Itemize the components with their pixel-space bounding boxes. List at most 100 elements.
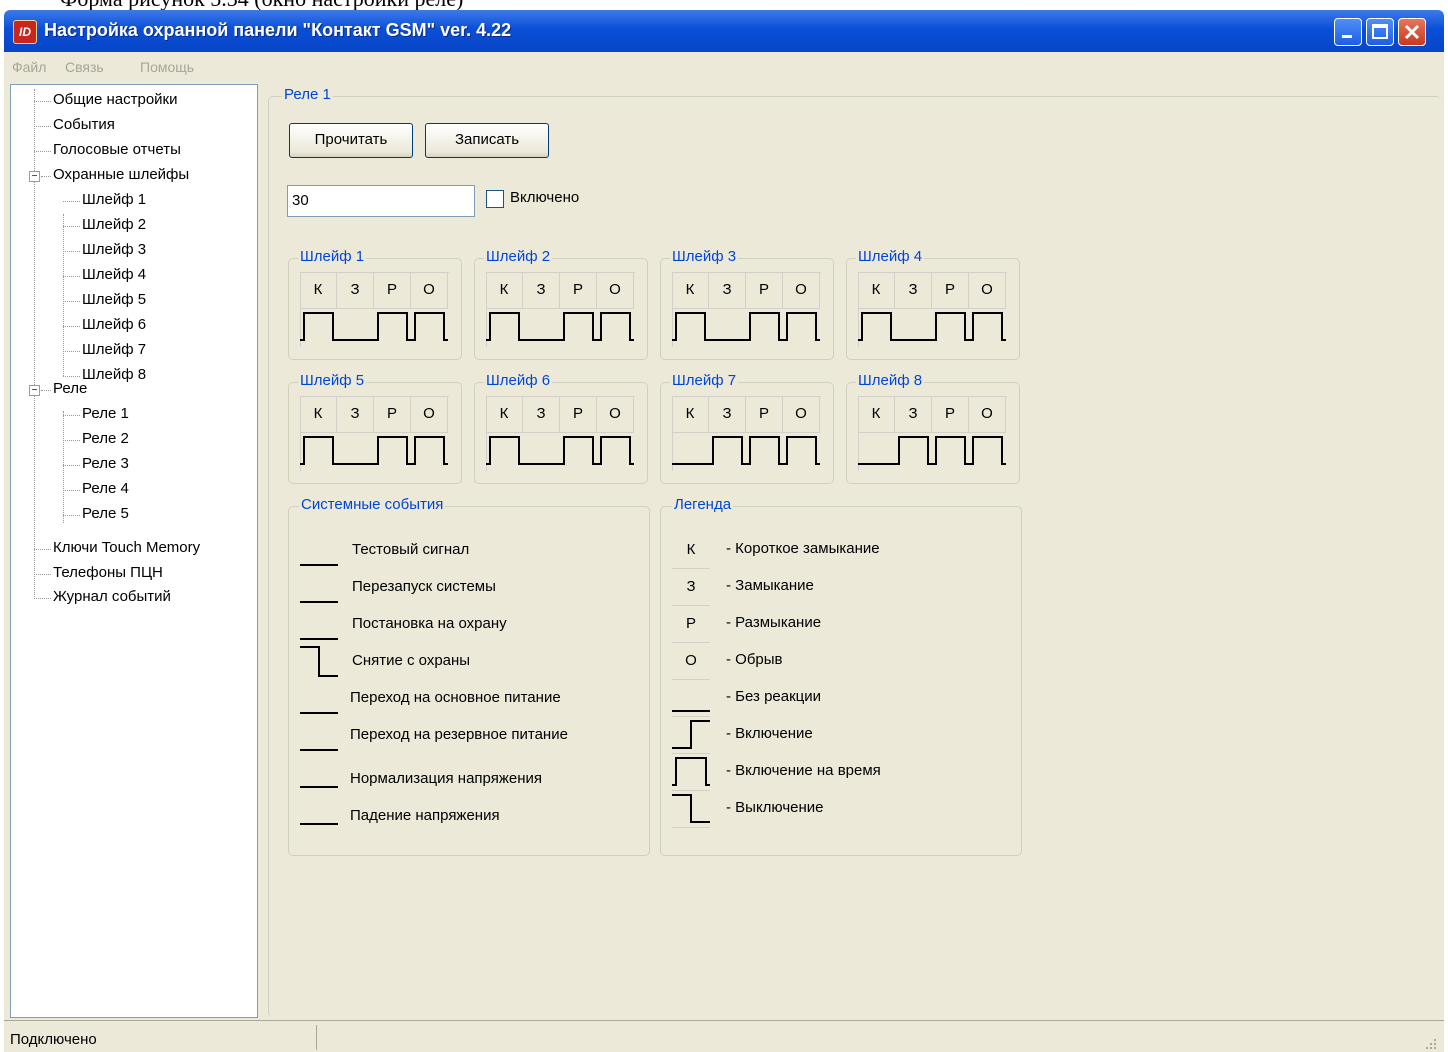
enabled-checkbox[interactable]	[486, 190, 504, 208]
maximize-button[interactable]	[1366, 18, 1394, 46]
system-event-reaction[interactable]	[300, 754, 338, 790]
tree-expander-loops[interactable]: −	[29, 171, 40, 182]
system-event-reaction[interactable]	[300, 532, 338, 568]
close-button[interactable]	[1398, 18, 1426, 46]
tree-line	[34, 89, 35, 597]
resize-grip-icon[interactable]	[1424, 1037, 1438, 1051]
loop-cell-letter: Р	[932, 272, 969, 309]
loop-cell-reaction[interactable]	[523, 309, 560, 345]
system-event-reaction[interactable]	[300, 606, 338, 642]
read-button[interactable]: Прочитать	[289, 123, 413, 158]
system-event-reaction[interactable]	[300, 680, 338, 716]
title-bar[interactable]: ID Настройка охранной панели "Контакт GS…	[4, 10, 1444, 52]
loop-cell-reaction[interactable]	[969, 433, 1006, 469]
tree-item-loop[interactable]: Шлейф 3	[82, 241, 146, 258]
tree-item-loop[interactable]: Шлейф 2	[82, 216, 146, 233]
relay-time-input[interactable]: 30	[287, 185, 475, 217]
system-event-reaction[interactable]	[300, 569, 338, 605]
loop-cell-reaction[interactable]	[746, 309, 783, 345]
tree-item-voice-reports[interactable]: Голосовые отчеты	[53, 141, 181, 158]
legend-label: - Замыкание	[726, 577, 814, 594]
loop-cell-reaction[interactable]	[486, 433, 523, 469]
minimize-button[interactable]	[1334, 18, 1362, 46]
reaction-wave-icon	[300, 823, 338, 825]
loop-cell-reaction[interactable]	[895, 309, 932, 345]
system-event-reaction[interactable]	[300, 717, 338, 753]
loop-cell-letter: З	[895, 272, 932, 309]
tree-item-relay[interactable]: Реле 4	[82, 480, 129, 497]
loop-cell-reaction[interactable]	[300, 309, 337, 345]
loop-cell-reaction[interactable]	[783, 433, 820, 469]
reaction-wave-icon	[300, 564, 338, 566]
tree-item-loop[interactable]: Шлейф 4	[82, 266, 146, 283]
loop-cell-letter: Р	[746, 396, 783, 433]
loop-cell-reaction[interactable]	[300, 433, 337, 469]
navigation-tree[interactable]: Общие настройки События Голосовые отчеты…	[10, 84, 258, 1018]
loop-cell-reaction[interactable]	[337, 433, 374, 469]
loop-cell-reaction[interactable]	[374, 433, 411, 469]
loop-cell-reaction[interactable]	[672, 433, 709, 469]
tree-item-pcn-phones[interactable]: Телефоны ПЦН	[53, 564, 163, 581]
loop-cell-reaction[interactable]	[597, 309, 634, 345]
loop-cell-letter: З	[337, 272, 374, 309]
loop-cell-reaction[interactable]	[709, 309, 746, 345]
tree-item-relay[interactable]: Реле 5	[82, 505, 129, 522]
system-events-title: Системные события	[299, 496, 446, 513]
tree-item-security-loops[interactable]: Охранные шлейфы	[53, 166, 189, 183]
reaction-wave-icon	[337, 463, 374, 465]
tree-item-event-journal[interactable]: Журнал событий	[53, 588, 171, 605]
tree-item-relay[interactable]: Реле 3	[82, 455, 129, 472]
status-bar: Подключено	[4, 1020, 1444, 1052]
loop-cell-reaction[interactable]	[560, 433, 597, 469]
tree-item-events[interactable]: События	[53, 116, 115, 133]
minimize-icon	[1342, 35, 1352, 38]
reaction-wave-icon	[858, 312, 895, 341]
tree-item-loop[interactable]: Шлейф 1	[82, 191, 146, 208]
write-button[interactable]: Записать	[425, 123, 549, 158]
tree-item-loop[interactable]: Шлейф 7	[82, 341, 146, 358]
menu-file[interactable]: Файл	[12, 59, 46, 75]
tree-item-loop[interactable]: Шлейф 8	[82, 366, 146, 383]
tree-item-relay[interactable]: Реле 1	[82, 405, 129, 422]
loop-cell-reaction[interactable]	[932, 433, 969, 469]
loop-cell-reaction[interactable]	[523, 433, 560, 469]
loop-cell-reaction[interactable]	[597, 433, 634, 469]
loop-cell-reaction[interactable]	[932, 309, 969, 345]
system-event-reaction[interactable]	[300, 791, 338, 827]
loop-cell-reaction[interactable]	[560, 309, 597, 345]
loop-cell-reaction[interactable]	[337, 309, 374, 345]
loop-cell-reaction[interactable]	[486, 309, 523, 345]
loop-cell-reaction[interactable]	[374, 309, 411, 345]
loop-cell-letter: Р	[560, 272, 597, 309]
tree-item-loop[interactable]: Шлейф 5	[82, 291, 146, 308]
loop-cell-reaction[interactable]	[783, 309, 820, 345]
splitter[interactable]	[258, 84, 264, 1018]
tree-item-touch-memory-keys[interactable]: Ключи Touch Memory	[53, 539, 200, 556]
system-event-reaction[interactable]	[300, 643, 338, 679]
legend-wave-icon	[672, 794, 710, 823]
app-icon[interactable]: ID	[13, 20, 37, 44]
tree-expander-relays[interactable]: −	[29, 385, 40, 396]
legend-symbol	[672, 754, 710, 791]
loop-cell-reaction[interactable]	[709, 433, 746, 469]
loop-cell-reaction[interactable]	[411, 433, 448, 469]
loop-cell-letter: О	[969, 396, 1006, 433]
loop-cell-reaction[interactable]	[672, 309, 709, 345]
tree-item-general[interactable]: Общие настройки	[53, 91, 178, 108]
loop-cell-reaction[interactable]	[895, 433, 932, 469]
loop-cell-reaction[interactable]	[858, 309, 895, 345]
loop-cell-letter: О	[597, 396, 634, 433]
reaction-wave-icon	[709, 339, 746, 341]
tree-item-relay[interactable]: Реле 2	[82, 430, 129, 447]
loop-cell-reaction[interactable]	[858, 433, 895, 469]
loop-cell-letter: О	[969, 272, 1006, 309]
loop-cell-reaction[interactable]	[969, 309, 1006, 345]
loop-cell-reaction[interactable]	[411, 309, 448, 345]
tree-connector	[41, 176, 51, 177]
loop-cell-reaction[interactable]	[746, 433, 783, 469]
menu-help[interactable]: Помощь	[140, 59, 194, 75]
reaction-wave-icon	[746, 312, 783, 341]
menu-connection[interactable]: Связь	[65, 59, 104, 75]
tree-item-loop[interactable]: Шлейф 6	[82, 316, 146, 333]
tree-item-relays[interactable]: Реле	[53, 380, 87, 397]
